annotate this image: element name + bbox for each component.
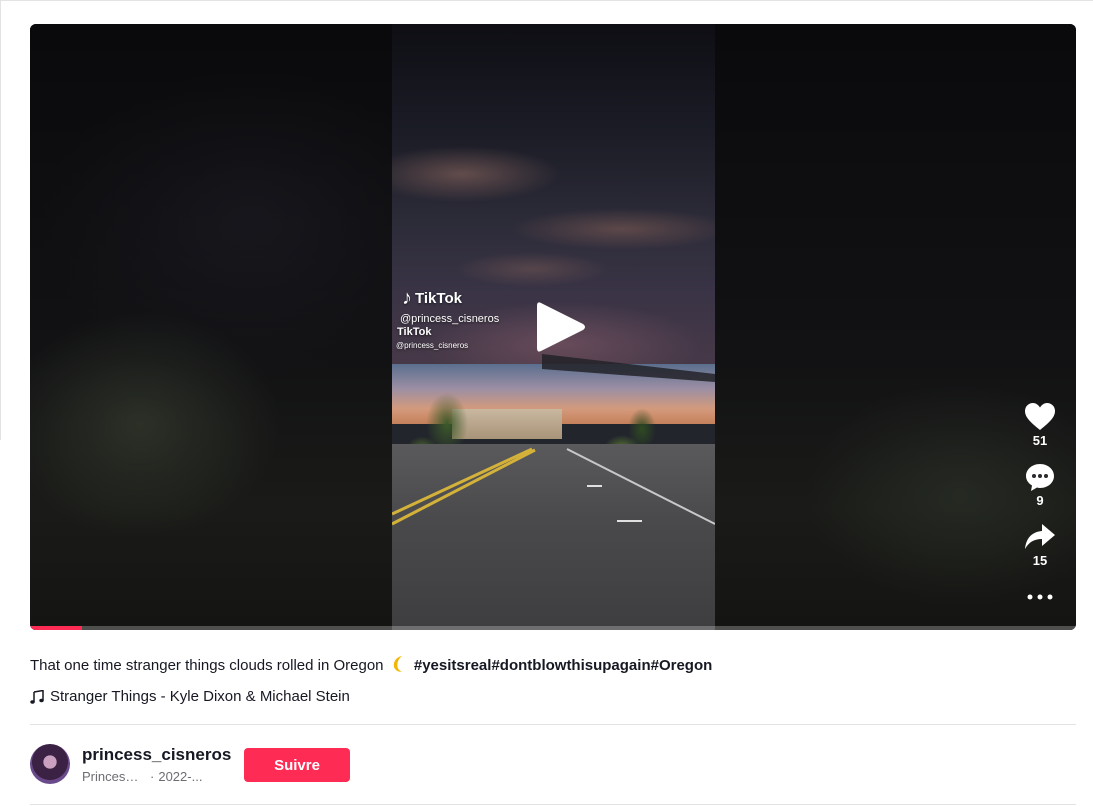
comment-count: 9 [1036,493,1044,508]
heart-icon [1025,403,1055,430]
hashtag-link[interactable]: #dontblowthisupagain [491,657,650,674]
share-arrow-icon [1025,524,1055,549]
progress-bar[interactable] [30,626,1076,630]
section-divider [30,724,1076,725]
video-player[interactable]: ♪ TikTok @princess_cisneros TikTok @prin… [30,24,1076,630]
progress-fill [30,626,83,630]
more-options-button[interactable] [1015,592,1065,602]
avatar[interactable] [30,744,70,784]
tiktok-logo-icon: ♪ [402,287,412,309]
separator-dot: · [150,769,155,784]
post-date: 2022-... [158,769,203,784]
hashtag-link[interactable]: #Oregon [651,657,713,674]
top-divider [0,0,1093,1]
follow-button[interactable]: Suivre [244,748,350,782]
hashtag-link[interactable]: #yesitsreal [414,657,492,674]
play-button[interactable] [533,299,589,355]
tiktok-watermark: ♪ TikTok [402,287,462,309]
music-title: Stranger Things - Kyle Dixon & Michael S… [50,688,350,705]
watermark-logo-text: TikTok [415,289,462,307]
watermark-handle-small: @princess_cisneros [396,341,469,350]
video-caption: That one time stranger things clouds rol… [30,655,712,677]
author-username[interactable]: princess_cisneros [82,745,232,765]
watermark-logo-small: TikTok [397,326,432,338]
comment-button[interactable]: 9 [1015,462,1065,508]
more-dots-icon [1027,594,1053,600]
caption-text: That one time stranger things clouds rol… [30,657,384,674]
share-count: 15 [1032,553,1048,568]
left-divider [0,0,1,440]
share-button[interactable]: 15 [1015,522,1065,568]
music-link[interactable]: Stranger Things - Kyle Dixon & Michael S… [30,688,350,705]
music-note-icon [30,689,44,704]
comment-icon [1026,464,1054,491]
crescent-moon-icon [390,655,408,677]
like-count: 51 [1032,433,1048,448]
play-icon [537,302,585,352]
author-subline: Princess Cisneros · 2022-... [82,769,206,784]
watermark-handle: @princess_cisneros [400,313,500,325]
like-button[interactable]: 51 [1015,402,1065,448]
section-divider [30,804,1076,805]
author-nickname: Princess Cisneros [82,769,144,784]
